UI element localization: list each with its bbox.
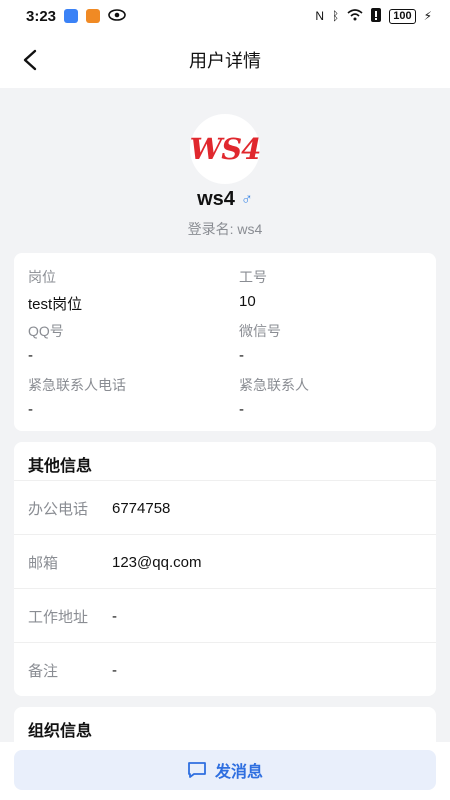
- basic-info-card: 岗位 test岗位 工号 10 QQ号 - 微信号 - 紧急联系人电话 - 紧急…: [14, 253, 436, 431]
- other-info-row-work-address[interactable]: 工作地址 -: [14, 588, 436, 643]
- other-info-row-email[interactable]: 邮箱 123@qq.com: [14, 534, 436, 589]
- info-label: 工号: [239, 269, 267, 285]
- row-label: 办公电话: [28, 500, 89, 518]
- info-cell-employee-id: 工号 10: [239, 267, 429, 310]
- info-cell-position: 岗位 test岗位: [28, 267, 218, 314]
- battery-indicator: 100: [389, 8, 416, 24]
- row-label: 工作地址: [28, 608, 89, 626]
- row-value: -: [112, 607, 117, 625]
- other-info-row-remark[interactable]: 备注 -: [14, 642, 436, 697]
- app-notification-icon: [86, 9, 101, 23]
- row-label: 备注: [28, 662, 59, 680]
- charging-icon: ⚡: [423, 9, 432, 23]
- send-message-label: 发消息: [214, 764, 263, 781]
- user-name: ws4: [197, 188, 235, 210]
- status-time: 3:23: [26, 7, 57, 25]
- info-value: -: [239, 401, 244, 418]
- chat-bubble-icon: [188, 762, 206, 778]
- login-name: 登录名: ws4: [187, 221, 263, 237]
- other-info-row-office-phone[interactable]: 办公电话 6774758: [14, 480, 436, 535]
- app-notification-icon: [64, 9, 79, 23]
- info-cell-emergency-phone: 紧急联系人电话 -: [28, 375, 218, 418]
- bottom-action-bar: 发消息: [0, 742, 450, 800]
- info-value: -: [28, 401, 33, 418]
- send-message-button[interactable]: 发消息: [14, 750, 436, 790]
- avatar[interactable]: WS4: [190, 114, 261, 184]
- alert-icon: [371, 7, 382, 25]
- profile-header: WS4 ws4 ♂ 登录名: ws4: [0, 88, 450, 248]
- info-value: -: [239, 347, 244, 364]
- name-row: ws4 ♂: [0, 188, 450, 211]
- male-gender-icon: ♂: [240, 190, 253, 208]
- section-title: 其他信息: [28, 458, 93, 475]
- status-bar: 3:23 N ᛒ 100 ⚡: [0, 0, 450, 32]
- other-info-card: 其他信息 办公电话 6774758 邮箱 123@qq.com 工作地址 - 备…: [14, 442, 436, 696]
- info-value: test岗位: [28, 296, 83, 313]
- info-cell-emergency-contact: 紧急联系人 -: [239, 375, 429, 418]
- info-value: -: [28, 347, 33, 364]
- info-cell-qq: QQ号 -: [28, 321, 218, 364]
- row-value: 123@qq.com: [112, 553, 202, 571]
- chevron-left-icon: [23, 49, 37, 71]
- info-label: 微信号: [239, 323, 281, 339]
- row-label: 邮箱: [28, 554, 59, 572]
- row-value: -: [112, 661, 117, 679]
- nfc-icon: N: [315, 9, 324, 23]
- info-label: 紧急联系人: [239, 377, 309, 393]
- page-title: 用户详情: [189, 51, 261, 71]
- info-label: QQ号: [28, 323, 64, 339]
- info-label: 紧急联系人电话: [28, 377, 126, 393]
- wifi-icon: [347, 8, 363, 24]
- top-app-bar: 用户详情: [0, 32, 450, 88]
- info-value: 10: [239, 293, 256, 310]
- row-value: 6774758: [112, 499, 171, 517]
- back-button[interactable]: [16, 46, 44, 74]
- eye-icon: [108, 8, 126, 25]
- info-label: 岗位: [28, 269, 56, 285]
- section-title: 组织信息: [28, 723, 93, 740]
- bluetooth-icon: ᛒ: [332, 9, 340, 23]
- info-cell-wechat: 微信号 -: [239, 321, 429, 364]
